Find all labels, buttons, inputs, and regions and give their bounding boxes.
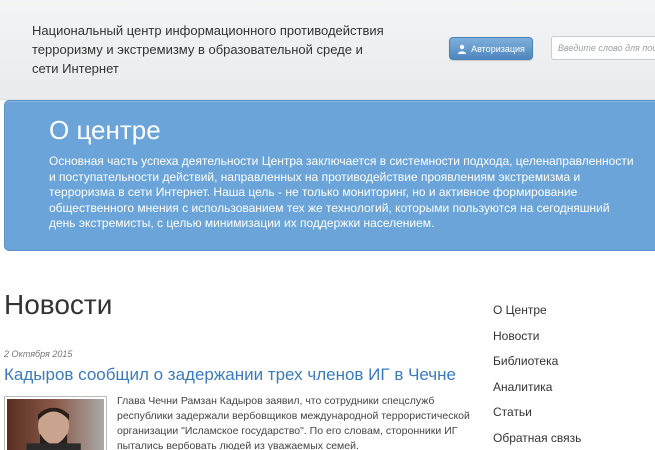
sidebar-item-news[interactable]: Новости xyxy=(493,328,643,354)
sidebar-item-analytics[interactable]: Аналитика xyxy=(493,379,643,405)
about-text: Основная часть успеха деятельности Центр… xyxy=(49,154,634,230)
news-date: 2 Октября 2015 xyxy=(4,349,73,359)
sidebar-item-articles[interactable]: Статьи xyxy=(493,404,643,430)
news-title-link[interactable]: Кадыров сообщил о задержании трех членов… xyxy=(4,365,456,385)
sidebar-item-feedback[interactable]: Обратная связь xyxy=(493,430,643,450)
news-heading: Новости xyxy=(4,289,113,320)
site-header: Национальный центр информационного проти… xyxy=(0,0,655,100)
news-thumbnail[interactable] xyxy=(4,396,107,450)
user-icon xyxy=(457,44,467,54)
login-button-label: Авторизация xyxy=(471,43,525,54)
sidebar-nav: О Центре Новости Библиотека Аналитика Ст… xyxy=(493,302,643,450)
about-title: О центре xyxy=(49,115,161,145)
sidebar-item-library[interactable]: Библиотека xyxy=(493,353,643,379)
news-excerpt: Глава Чечни Рамзан Кадыров заявил, что с… xyxy=(117,395,470,450)
login-button[interactable]: Авторизация xyxy=(449,37,533,60)
about-banner: О центре Основная часть успеха деятельно… xyxy=(4,100,655,251)
site-title[interactable]: Национальный центр информационного проти… xyxy=(32,21,392,78)
search-input[interactable] xyxy=(551,36,655,60)
sidebar-item-about[interactable]: О Центре xyxy=(493,302,643,328)
